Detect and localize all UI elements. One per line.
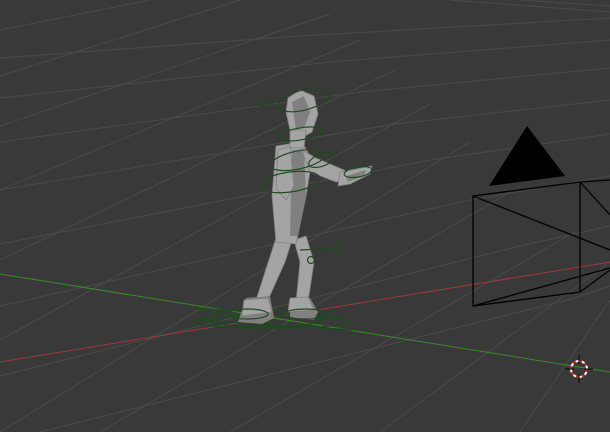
grid-line	[449, 0, 610, 13]
grid-line	[359, 67, 610, 93]
camera-up-triangle	[489, 126, 565, 186]
3d-viewport[interactable]	[0, 0, 610, 432]
grid-line	[0, 141, 471, 432]
grid-line	[519, 0, 610, 7]
torso-shading	[290, 150, 306, 236]
grid-line	[0, 0, 151, 31]
grid-line	[519, 299, 610, 432]
ik-target-head[interactable]	[256, 97, 266, 107]
grid-line	[519, 225, 610, 247]
grid-line	[394, 99, 610, 125]
grid-line	[0, 61, 331, 99]
grid-line	[0, 0, 241, 77]
right-leg	[293, 235, 315, 303]
grid-line	[469, 175, 610, 201]
ik-target-knee-pole[interactable]	[334, 243, 344, 253]
camera-frustum-line	[472, 195, 610, 251]
rigged-character[interactable]	[189, 84, 373, 331]
grid-line	[329, 39, 610, 63]
camera-frustum-line	[579, 181, 610, 216]
floor-grid	[0, 0, 610, 432]
grid-line	[0, 103, 431, 341]
grid-line	[379, 261, 610, 432]
grid-line	[299, 17, 610, 37]
grid-line	[0, 199, 471, 307]
